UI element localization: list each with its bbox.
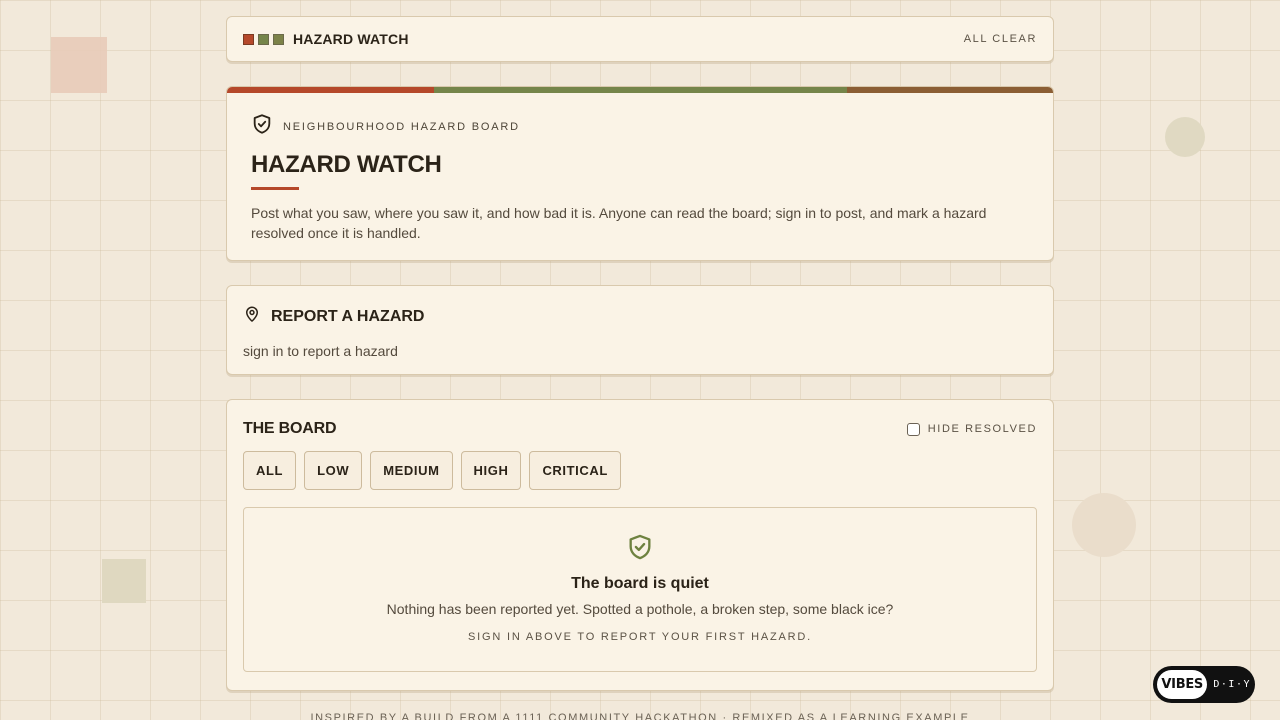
report-card: REPORT A HAZARD sign in to report a haza…	[226, 285, 1054, 375]
diy-label[interactable]: D·I·Y	[1213, 679, 1251, 690]
decorative-square	[102, 559, 146, 603]
hero-eyebrow: NEIGHBOURHOOD HAZARD BOARD	[251, 113, 1029, 140]
brand-square-olive	[273, 33, 284, 45]
hide-resolved-checkbox[interactable]	[906, 422, 920, 436]
decorative-square	[51, 37, 107, 93]
filter-critical-button[interactable]: CRITICAL	[529, 451, 621, 490]
severity-filters: ALL LOW MEDIUM HIGH CRITICAL	[243, 451, 1037, 490]
vibes-badge[interactable]: VIBES D·I·Y	[1153, 666, 1255, 703]
hero-description: Post what you saw, where you saw it, and…	[251, 205, 987, 241]
board-card: THE BOARD HIDE RESOLVED ALL LOW MEDIUM H…	[226, 399, 1054, 691]
map-pin-icon	[243, 305, 261, 328]
hide-resolved-toggle[interactable]: HIDE RESOLVED	[906, 422, 1037, 436]
filter-all-button[interactable]: ALL	[243, 451, 297, 490]
empty-state: The board is quiet Nothing has been repo…	[243, 507, 1037, 672]
empty-state-title: The board is quiet	[571, 575, 709, 592]
page-title: HAZARD WATCH	[251, 151, 442, 178]
status-indicator: ALL CLEAR	[963, 33, 1037, 45]
board-title: THE BOARD	[243, 420, 337, 437]
brand-square-green	[258, 33, 269, 45]
empty-state-message: Nothing has been reported yet. Spotted a…	[386, 601, 894, 617]
decorative-circle	[1165, 117, 1205, 157]
brand-mark	[243, 33, 284, 45]
shield-check-icon	[251, 113, 273, 140]
hide-resolved-label[interactable]: HIDE RESOLVED	[928, 423, 1037, 435]
filter-high-button[interactable]: HIGH	[460, 451, 522, 490]
decorative-circle	[1072, 493, 1136, 557]
report-signin-note: sign in to report a hazard	[243, 343, 398, 359]
footer-credit: INSPIRED BY A BUILD FROM A 1111 COMMUNIT…	[310, 712, 970, 720]
brand-name[interactable]: HAZARD WATCH	[293, 31, 409, 47]
brand-square-red	[243, 33, 254, 45]
report-title: REPORT A HAZARD	[271, 307, 425, 325]
vibes-logo[interactable]: VIBES	[1157, 670, 1208, 699]
title-underline	[251, 187, 299, 190]
filter-medium-button[interactable]: MEDIUM	[370, 451, 453, 490]
filter-low-button[interactable]: LOW	[304, 451, 363, 490]
empty-state-cta: SIGN IN ABOVE TO REPORT YOUR FIRST HAZAR…	[468, 631, 812, 643]
hero-card: NEIGHBOURHOOD HAZARD BOARD HAZARD WATCH …	[226, 86, 1054, 261]
hero-eyebrow-text: NEIGHBOURHOOD HAZARD BOARD	[283, 120, 520, 133]
accent-bar	[227, 87, 1053, 93]
shield-check-icon	[626, 533, 654, 566]
top-nav: HAZARD WATCH ALL CLEAR	[226, 16, 1054, 62]
